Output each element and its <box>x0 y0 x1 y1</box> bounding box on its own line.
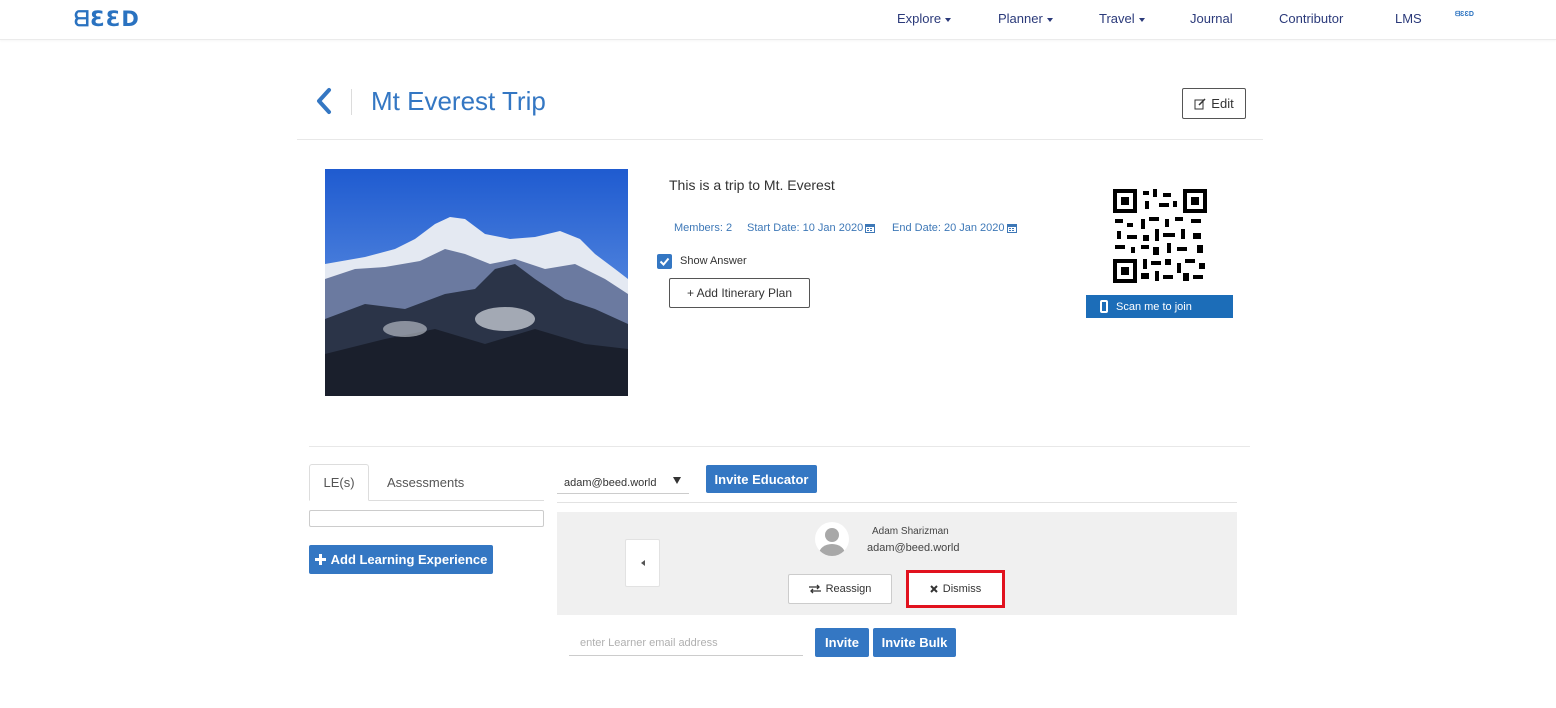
end-date-text: End Date: 20 Jan 2020 <box>892 222 1005 234</box>
trip-description: This is a trip to Mt. Everest <box>669 177 835 193</box>
add-le-label: Add Learning Experience <box>330 552 488 567</box>
close-icon <box>930 585 938 593</box>
educator-email: adam@beed.world <box>867 542 960 554</box>
caret-down-icon <box>1046 17 1053 22</box>
le-list-box[interactable] <box>309 510 544 527</box>
nav-journal[interactable]: Journal <box>1190 11 1233 26</box>
reassign-button[interactable]: Reassign <box>788 574 892 604</box>
scan-label: Scan me to join <box>1116 300 1192 313</box>
caret-left-icon <box>640 560 645 566</box>
start-date-text: Start Date: 10 Jan 2020 <box>747 222 864 234</box>
nav-planner[interactable]: Planner <box>998 11 1053 26</box>
edit-icon <box>1194 97 1206 109</box>
calendar-icon[interactable] <box>865 223 876 233</box>
show-answer-checkbox[interactable] <box>657 254 672 269</box>
dismiss-button[interactable]: Dismiss <box>906 570 1005 608</box>
qr-code <box>1113 189 1207 283</box>
mobile-phone-icon <box>1100 300 1108 313</box>
header-divider <box>351 89 352 115</box>
invite-button[interactable]: Invite <box>815 628 869 657</box>
nav-contributor[interactable]: Contributor <box>1279 11 1343 26</box>
nav-planner-label: Planner <box>998 11 1043 26</box>
show-answer-label: Show Answer <box>680 255 747 267</box>
beed-logo[interactable]: ᗺƐƐD <box>74 7 140 32</box>
divider <box>297 139 1263 140</box>
user-menu-logo[interactable]: ᗺƐƐD <box>1455 11 1474 19</box>
top-navbar: ᗺƐƐD Explore Planner Travel Journal Cont… <box>0 0 1556 40</box>
check-icon <box>659 257 670 266</box>
trip-cover-image <box>325 169 628 396</box>
caret-down-icon <box>945 17 952 22</box>
educator-select-value: adam@beed.world <box>564 476 657 489</box>
reassign-label: Reassign <box>825 583 872 595</box>
invite-bulk-button[interactable]: Invite Bulk <box>873 628 956 657</box>
nav-lms[interactable]: LMS <box>1395 11 1422 26</box>
tab-assessments[interactable]: Assessments <box>387 475 464 490</box>
learner-email-input[interactable] <box>569 630 803 656</box>
nav-travel-label: Travel <box>1099 11 1135 26</box>
edit-button[interactable]: Edit <box>1182 88 1246 119</box>
avatar <box>815 522 849 556</box>
carousel-prev-button[interactable] <box>625 539 660 587</box>
start-date: Start Date: 10 Jan 2020 <box>747 222 876 234</box>
add-learning-experience-button[interactable]: Add Learning Experience <box>309 545 493 574</box>
dropdown-arrow-icon <box>673 477 681 484</box>
calendar-icon[interactable] <box>1006 223 1017 233</box>
plus-icon <box>314 554 326 565</box>
nav-travel[interactable]: Travel <box>1099 11 1145 26</box>
nav-explore-label: Explore <box>897 11 942 26</box>
nav-explore[interactable]: Explore <box>897 11 952 26</box>
tab-les[interactable]: LE(s) <box>309 464 369 501</box>
end-date: End Date: 20 Jan 2020 <box>892 222 1017 234</box>
scan-to-join-banner[interactable]: Scan me to join <box>1086 295 1233 318</box>
divider <box>309 446 1250 447</box>
invite-educator-button[interactable]: Invite Educator <box>706 465 817 493</box>
caret-down-icon <box>1138 17 1145 22</box>
edit-label: Edit <box>1211 96 1234 111</box>
tab-underline <box>369 500 544 501</box>
dismiss-label: Dismiss <box>942 583 982 595</box>
back-chevron-icon[interactable] <box>313 86 335 116</box>
educator-select[interactable]: adam@beed.world <box>557 472 689 494</box>
exchange-icon <box>808 584 821 594</box>
members-count: Members: 2 <box>674 222 733 234</box>
divider <box>557 502 1237 503</box>
add-itinerary-button[interactable]: + Add Itinerary Plan <box>669 278 810 308</box>
educator-name: Adam Sharizman <box>872 526 949 537</box>
page-title: Mt Everest Trip <box>371 86 546 116</box>
